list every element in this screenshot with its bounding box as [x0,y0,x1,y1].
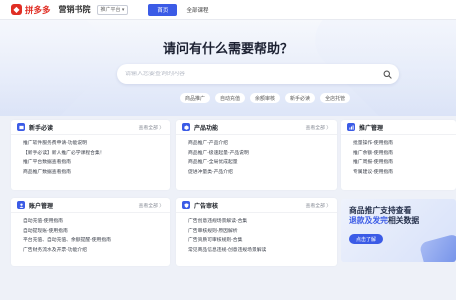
article-link[interactable]: 推广周报-使用指南 [353,158,448,168]
article-link[interactable]: 促进冲量类-产品介绍 [188,168,329,178]
banner-learn-more-button[interactable]: 点击了解 [349,234,384,244]
article-link[interactable]: 广告财务流水及开票-功能介绍 [23,246,162,256]
book-icon [17,123,25,131]
article-link[interactable]: 商品推广-产品介绍 [188,139,329,149]
card-title: 推广管理 [359,125,384,132]
card-product-features: 产品功能 查看全部 〉 商品推广-产品介绍 商品推广-极速起量-产品说明 商品推… [176,120,337,190]
article-link[interactable]: 广告资质可审核规则-合集 [188,236,329,246]
banner-highlight: 退款及发完 [349,216,388,225]
article-link[interactable]: 推广平台数据查看指南 [23,158,162,168]
view-all-link[interactable]: 查看全部 〉 [306,124,331,131]
view-all-link[interactable]: 查看全部 〉 [139,202,164,209]
article-link[interactable]: 推广余额-使用指南 [353,149,448,159]
search-button[interactable] [381,68,393,80]
article-link[interactable]: 平台充值、自动充值、余额提醒-使用指南 [23,236,162,246]
top-bar: ◆ 拼多多 营销书院 推广平台 ▾ 首页 全部课程 [0,0,456,20]
card-ad-review: 广告审核 查看全部 〉 广告创意违规场景解读-合集 广告审核规则-原因解析 广告… [176,198,337,266]
hot-tag[interactable]: 全店托管 [320,93,351,103]
hero-decoration [0,20,122,116]
card-title: 账户管理 [29,203,54,210]
article-link[interactable]: 广告创意违规场景解读-合集 [188,217,329,227]
banner-decoration [418,233,456,262]
nav-all-courses[interactable]: 全部课程 [177,4,217,16]
banner-subline: 退款及发完相关数据 [349,215,419,226]
platform-select[interactable]: 推广平台 ▾ [96,4,129,15]
hot-tag[interactable]: 新手必读 [285,93,316,103]
banner-subline-rest: 相关数据 [387,216,420,225]
site-title: 营销书院 [58,5,91,14]
search-bar [117,64,399,84]
card-title: 产品功能 [194,125,219,132]
article-link[interactable]: 常见商品信息违规-创意违规场景解读 [188,246,329,256]
card-account-management: 账户管理 查看全部 〉 自动充值-使用指南 自动提现账-使用指南 平台充值、自动… [11,198,170,266]
article-link[interactable]: 自动提现账-使用指南 [23,227,162,237]
hot-tag[interactable]: 商品推广 [180,93,211,103]
view-all-link[interactable]: 查看全部 〉 [306,202,331,209]
article-link[interactable]: 自动充值-使用指南 [23,217,162,227]
article-link[interactable]: 推广软件服务费申请-功能说明 [23,139,162,149]
article-link[interactable]: 商品推广-全局优成起量 [188,158,329,168]
hot-tags: 商品推广 自动充值 余额审核 新手必读 全店托管 [180,93,355,103]
article-link[interactable]: 批量操作-使用指南 [353,139,448,149]
card-title: 新手必读 [29,125,54,132]
user-icon [17,201,25,209]
hot-tag[interactable]: 自动充值 [215,93,246,103]
hot-tag[interactable]: 余额审核 [250,93,281,103]
card-promotion-management: 推广管理 批量操作-使用指南 推广余额-使用指南 推广周报-使用指南 专属建议-… [341,120,456,190]
article-link[interactable]: 广告审核规则-原因解析 [188,227,329,237]
article-link[interactable]: 专属建议-使用指南 [353,168,448,178]
pinduoduo-logo-icon: ◆ [11,4,22,15]
view-all-link[interactable]: 查看全部 〉 [139,124,164,131]
logo-text: 拼多多 [25,4,51,15]
card-beginner: 新手必读 查看全部 〉 推广软件服务费申请-功能说明 【新手必读】新人推广必学课… [11,120,170,190]
hero-title: 请问有什么需要帮助？ [162,41,293,56]
article-link[interactable]: 商品推广数据查看指南 [23,168,162,178]
cube-icon [182,123,190,131]
promo-banner[interactable]: 商品推广支持查看 退款及发完相关数据 点击了解 [341,199,456,262]
logo[interactable]: ◆ 拼多多 [11,4,51,16]
hero-section: 请问有什么需要帮助？ 商品推广 自动充值 余额审核 新手必读 全店托管 [0,20,456,116]
article-link[interactable]: 【新手必读】新人推广必学课程合集！ [23,149,162,159]
top-nav: 首页 全部课程 [148,0,217,19]
shield-icon [182,201,190,209]
search-input[interactable] [125,71,355,77]
nav-home[interactable]: 首页 [148,3,178,16]
chart-icon [347,123,355,131]
search-icon [383,70,392,79]
article-link[interactable]: 商品推广-极速起量-产品说明 [188,149,329,159]
card-title: 广告审核 [194,203,219,210]
